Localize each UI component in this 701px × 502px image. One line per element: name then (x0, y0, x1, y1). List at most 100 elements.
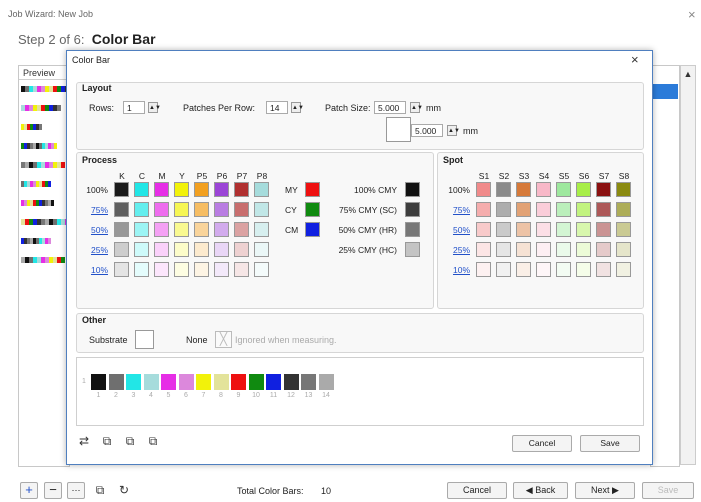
scrollbar[interactable] (680, 65, 696, 465)
spot-patch[interactable] (536, 262, 551, 277)
process-patch[interactable] (114, 262, 129, 277)
spot-patch[interactable] (576, 182, 591, 197)
reload-icon[interactable]: ↻ (116, 482, 132, 498)
process-patch[interactable] (254, 222, 269, 237)
process-patch[interactable] (234, 242, 249, 257)
save-button[interactable]: Save (642, 482, 694, 499)
spot-patch[interactable] (596, 262, 611, 277)
spot-patch[interactable] (496, 242, 511, 257)
add-icon[interactable]: + (20, 482, 38, 499)
window-close-icon[interactable]: × (688, 7, 696, 22)
spot-patch[interactable] (616, 262, 631, 277)
process-patch[interactable] (234, 182, 249, 197)
process-patch[interactable] (134, 262, 149, 277)
process-patch[interactable] (214, 262, 229, 277)
spot-patch[interactable] (516, 222, 531, 237)
spot-patch[interactable] (516, 202, 531, 217)
spot-patch[interactable] (616, 202, 631, 217)
process-patch[interactable] (114, 222, 129, 237)
spot-patch[interactable] (496, 202, 511, 217)
spot-row-label[interactable]: 75% (446, 205, 470, 215)
dialog-close-icon[interactable]: × (631, 52, 639, 67)
process-patch[interactable] (194, 262, 209, 277)
process-patch[interactable] (214, 222, 229, 237)
spot-patch[interactable] (596, 222, 611, 237)
process-patch[interactable] (194, 182, 209, 197)
spot-patch[interactable] (496, 222, 511, 237)
process-patch[interactable] (174, 262, 189, 277)
spot-patch[interactable] (596, 242, 611, 257)
process-patch[interactable] (134, 222, 149, 237)
process-patch[interactable] (174, 182, 189, 197)
spot-patch[interactable] (496, 182, 511, 197)
spot-patch[interactable] (616, 242, 631, 257)
process-patch[interactable] (194, 202, 209, 217)
spot-patch[interactable] (476, 182, 491, 197)
spot-patch[interactable] (536, 222, 551, 237)
process-patch[interactable] (134, 202, 149, 217)
process-patch[interactable] (154, 182, 169, 197)
process-patch[interactable] (114, 182, 129, 197)
process-patch[interactable] (114, 202, 129, 217)
process-patch[interactable] (254, 182, 269, 197)
process-patch[interactable] (174, 202, 189, 217)
process-patch[interactable] (154, 242, 169, 257)
copy-icon[interactable]: ⧉ (99, 433, 115, 449)
spot-patch[interactable] (516, 262, 531, 277)
spot-patch[interactable] (476, 262, 491, 277)
spot-patch[interactable] (596, 202, 611, 217)
process-patch[interactable] (134, 242, 149, 257)
patch-width-input[interactable]: 5.000 (374, 101, 406, 114)
process-patch[interactable] (174, 222, 189, 237)
patch-width-spinner[interactable]: ▲▼ (410, 102, 423, 113)
spot-row-label[interactable]: 25% (446, 245, 470, 255)
paste-icon[interactable]: ⧉ (122, 433, 138, 449)
spot-patch[interactable] (616, 222, 631, 237)
cmy-patch[interactable] (405, 242, 420, 257)
spot-patch[interactable] (576, 202, 591, 217)
spot-row-label[interactable]: 50% (446, 225, 470, 235)
ppr-spinner[interactable]: ▲▼ (291, 102, 304, 113)
spot-patch[interactable] (476, 222, 491, 237)
rows-input[interactable]: 1 (123, 101, 145, 114)
cmy-patch[interactable] (405, 222, 420, 237)
process-patch[interactable] (154, 262, 169, 277)
process-row-label[interactable]: 25% (84, 245, 108, 255)
process-patch[interactable] (154, 222, 169, 237)
process-patch[interactable] (194, 242, 209, 257)
spot-patch[interactable] (516, 182, 531, 197)
scroll-up-icon[interactable]: ▲ (680, 66, 696, 82)
spot-patch[interactable] (596, 182, 611, 197)
process-row-label[interactable]: 50% (84, 225, 108, 235)
spot-patch[interactable] (576, 222, 591, 237)
process-patch[interactable] (214, 182, 229, 197)
process-row-label[interactable]: 10% (84, 265, 108, 275)
process-row-label[interactable]: 75% (84, 205, 108, 215)
spot-patch[interactable] (476, 242, 491, 257)
spot-patch[interactable] (556, 262, 571, 277)
spot-patch[interactable] (616, 182, 631, 197)
back-button[interactable]: ◀ Back (513, 482, 568, 499)
process-patch[interactable] (134, 182, 149, 197)
color-bar-list[interactable] (650, 65, 680, 467)
spot-patch[interactable] (556, 242, 571, 257)
rows-spinner[interactable]: ▲▼ (148, 102, 161, 113)
cmy-patch[interactable] (405, 182, 420, 197)
spot-patch[interactable] (516, 242, 531, 257)
selected-row[interactable] (650, 84, 678, 99)
spot-patch[interactable] (576, 242, 591, 257)
ppr-input[interactable]: 14 (266, 101, 288, 114)
spot-patch[interactable] (576, 262, 591, 277)
remove-icon[interactable]: − (44, 482, 62, 499)
cancel-button[interactable]: Cancel (447, 482, 507, 499)
spot-patch[interactable] (556, 182, 571, 197)
cmy-patch[interactable] (405, 202, 420, 217)
spot-patch[interactable] (536, 242, 551, 257)
spot-patch[interactable] (476, 202, 491, 217)
spot-patch[interactable] (496, 262, 511, 277)
process-patch[interactable] (114, 242, 129, 257)
process-patch[interactable] (214, 202, 229, 217)
spot-row-label[interactable]: 10% (446, 265, 470, 275)
patch-height-input[interactable]: 5.000 (411, 124, 443, 137)
more-icon[interactable]: ⋯ (67, 482, 85, 499)
